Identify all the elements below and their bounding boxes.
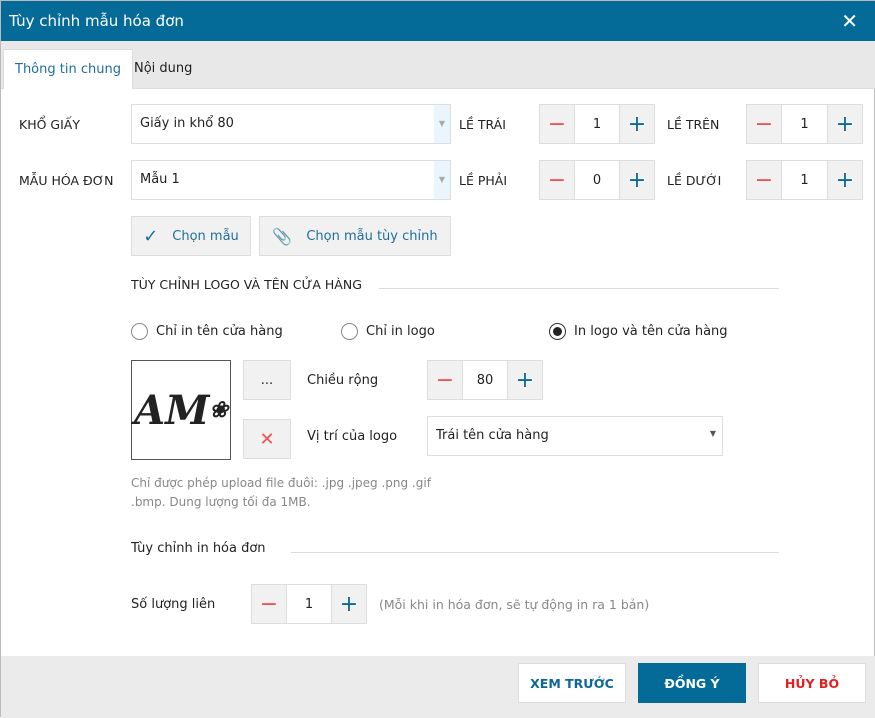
margin-top-label: LỀ TRÊN (667, 117, 720, 132)
radio-circle (341, 323, 358, 340)
choose-custom-label: Chọn mẫu tùy chỉnh (306, 228, 438, 244)
margin-left-label: LỀ TRÁI (459, 117, 506, 132)
minus-icon[interactable]: − (747, 105, 781, 143)
margin-right-label: LỀ PHẢI (459, 173, 508, 188)
tab-bar: Thông tin chung Nội dung (1, 41, 875, 89)
radio-label: Chỉ in tên cửa hàng (156, 324, 283, 339)
logo-preview-image: AM ❀ (131, 360, 231, 460)
logo-width-label: Chiều rộng (307, 373, 379, 388)
plus-icon[interactable]: + (828, 161, 862, 199)
copies-label: Số lượng liên (131, 597, 216, 612)
template-value: Mẫu 1 (140, 172, 180, 187)
copies-input[interactable]: 1 (286, 585, 332, 623)
radio-label: In logo và tên cửa hàng (574, 324, 728, 339)
margin-right-stepper: −0 + (539, 160, 655, 200)
logo-section-title: TÙY CHỈNH LOGO VÀ TÊN CỬA HÀNG (131, 277, 362, 292)
radio-logo-and-name[interactable]: In logo và tên cửa hàng (549, 323, 728, 340)
margin-left-input[interactable]: 1 (574, 105, 620, 143)
plus-icon[interactable]: + (508, 361, 542, 399)
logo-position-label: Vị trí của logo (307, 429, 398, 444)
tab-general[interactable]: Thông tin chung (3, 49, 133, 89)
copies-stepper: −1 + (251, 584, 367, 624)
dialog-titlebar: Tùy chỉnh mẫu hóa đơn (1, 1, 875, 41)
radio-logo-only[interactable]: Chỉ in logo (341, 323, 435, 340)
dialog-title: Tùy chỉnh mẫu hóa đơn (9, 12, 184, 30)
plus-icon[interactable]: + (620, 161, 654, 199)
close-icon[interactable]: ✕ (841, 9, 858, 33)
radio-label: Chỉ in logo (366, 324, 435, 339)
upload-hint: Chỉ được phép upload file đuôi: .jpg .jp… (131, 476, 431, 509)
chevron-down-icon: ▼ (434, 161, 450, 199)
divider (379, 288, 779, 289)
logo-text: AM (134, 386, 210, 434)
margin-left-stepper: −1 + (539, 104, 655, 144)
minus-icon[interactable]: − (252, 585, 286, 623)
ok-button[interactable]: ĐỒNG Ý (638, 663, 746, 703)
print-section-title: Tùy chỉnh in hóa đơn (131, 541, 266, 556)
minus-icon[interactable]: − (540, 105, 574, 143)
margin-top-input[interactable]: 1 (781, 105, 828, 143)
logo-width-input[interactable]: 80 (462, 361, 508, 399)
choose-template-button[interactable]: ✓ Chọn mẫu (131, 216, 251, 256)
minus-icon[interactable]: − (540, 161, 574, 199)
paperclip-icon: 📎 (272, 226, 293, 246)
tab-content[interactable]: Nội dung (123, 49, 203, 89)
minus-icon[interactable]: − (428, 361, 462, 399)
margin-bottom-input[interactable]: 1 (781, 161, 828, 199)
plus-icon[interactable]: + (620, 105, 654, 143)
margin-top-stepper: −1 + (746, 104, 863, 144)
browse-logo-button[interactable]: ... (243, 360, 291, 400)
remove-logo-button[interactable]: ✕ (243, 419, 291, 459)
radio-circle (549, 323, 566, 340)
copies-hint: (Mỗi khi in hóa đơn, sẽ tự động in ra 1 … (379, 597, 650, 612)
check-circle-icon: ✓ (143, 225, 159, 247)
choose-custom-template-button[interactable]: 📎 Chọn mẫu tùy chỉnh (259, 216, 451, 256)
preview-button[interactable]: XEM TRƯỚC (518, 663, 626, 703)
paper-size-label: KHỔ GIẤY (19, 117, 80, 132)
close-icon: ✕ (259, 428, 275, 450)
logo-width-stepper: −80 + (427, 360, 543, 400)
lavender-icon: ❀ (209, 397, 228, 423)
margin-right-input[interactable]: 0 (574, 161, 620, 199)
divider (291, 552, 779, 553)
cancel-button[interactable]: HỦY BỎ (758, 663, 866, 703)
chevron-down-icon: ▼ (434, 105, 450, 143)
template-select[interactable]: Mẫu 1 ▼ (131, 160, 451, 200)
radio-circle (131, 323, 148, 340)
plus-icon[interactable]: + (332, 585, 366, 623)
chevron-down-icon: ▼ (709, 429, 716, 438)
logo-position-select[interactable]: Trái tên cửa hàng ▼ (427, 416, 723, 456)
template-label: MẪU HÓA ĐƠN (19, 173, 114, 188)
paper-size-select[interactable]: Giấy in khổ 80 ▼ (131, 104, 451, 144)
plus-icon[interactable]: + (828, 105, 862, 143)
margin-bottom-stepper: −1 + (746, 160, 863, 200)
choose-template-label: Chọn mẫu (172, 228, 239, 244)
margin-bottom-label: LỀ DƯỚI (667, 173, 722, 188)
radio-store-name-only[interactable]: Chỉ in tên cửa hàng (131, 323, 283, 340)
dialog-footer: XEM TRƯỚC ĐỒNG Ý HỦY BỎ (1, 656, 875, 718)
paper-size-value: Giấy in khổ 80 (140, 116, 234, 131)
minus-icon[interactable]: − (747, 161, 781, 199)
logo-position-value: Trái tên cửa hàng (436, 428, 549, 443)
